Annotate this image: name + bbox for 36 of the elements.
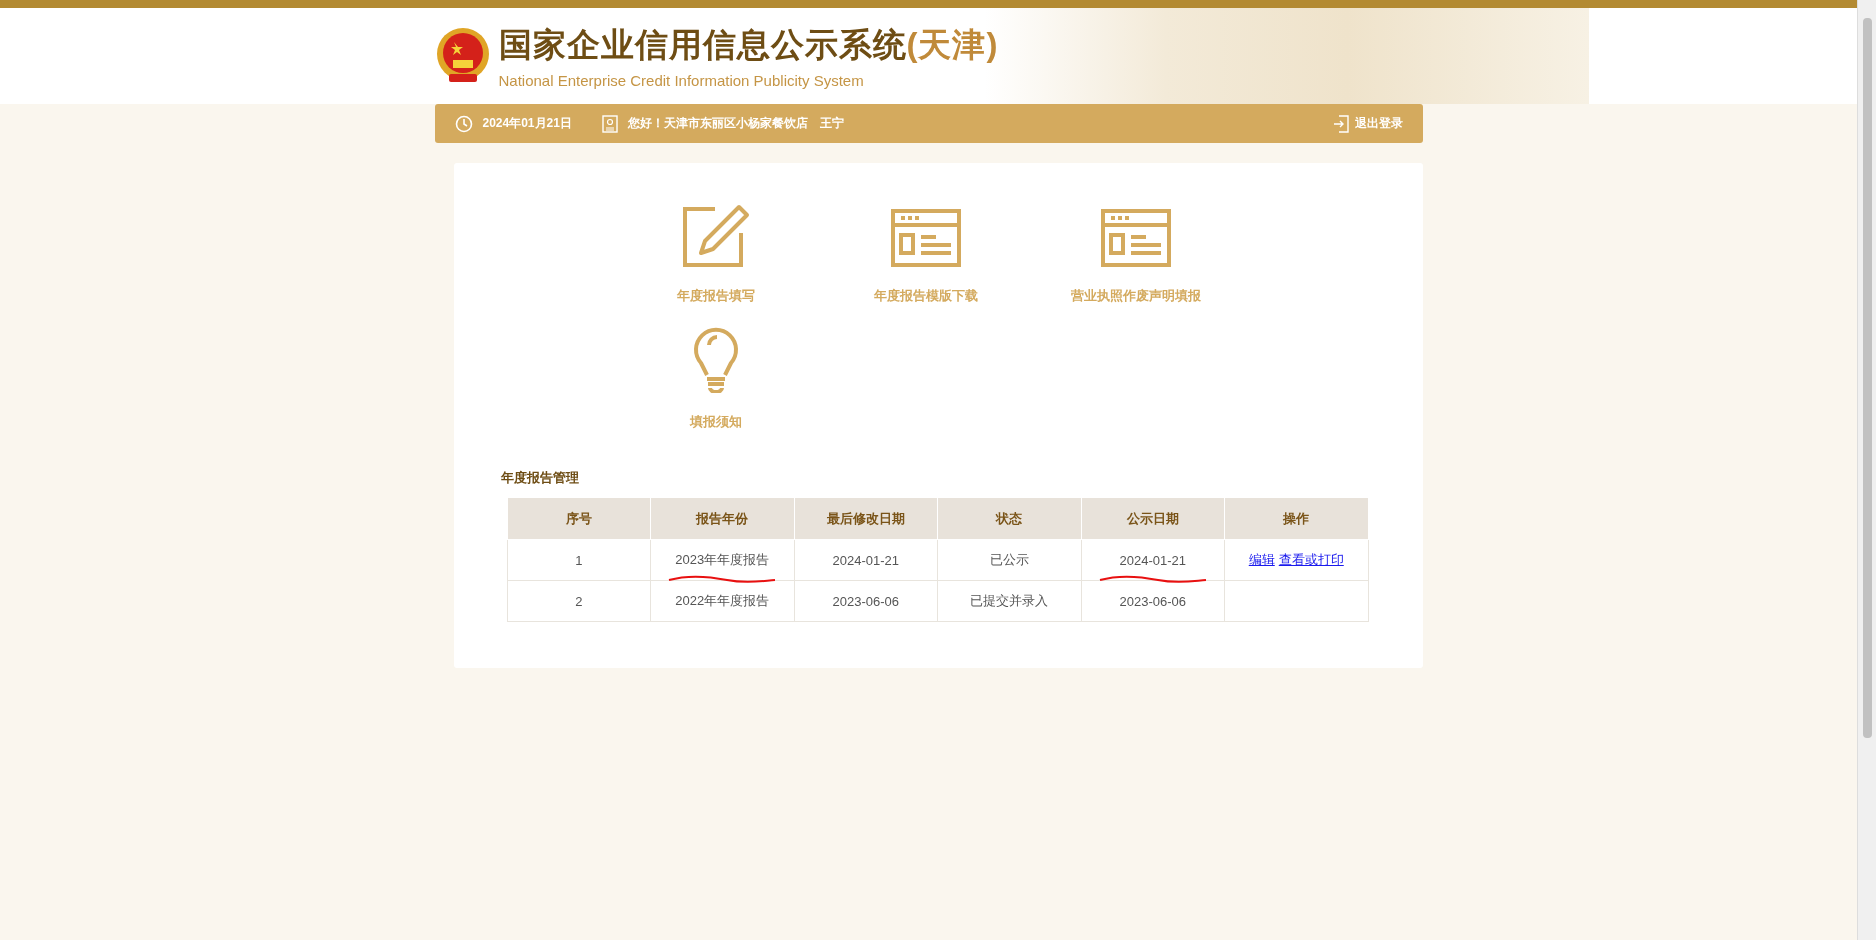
- scrollbar-thumb[interactable]: [1862, 18, 1872, 738]
- column-header: 序号: [507, 497, 651, 540]
- table-cell: 2023-06-06: [1081, 580, 1225, 622]
- table-cell: 已公示: [937, 539, 1081, 581]
- column-header: 报告年份: [650, 497, 794, 540]
- action-link[interactable]: 查看或打印: [1278, 552, 1344, 567]
- action-link[interactable]: 编辑: [1248, 552, 1275, 567]
- logout-icon: [1332, 114, 1349, 133]
- pencil-square-icon: [680, 203, 751, 267]
- scrollbar[interactable]: [1857, 0, 1876, 940]
- web-page-icon: [1100, 209, 1171, 267]
- logout-link[interactable]: 退出登录: [1332, 114, 1403, 133]
- section-title: 年度报告管理: [500, 469, 580, 487]
- id-card-icon: [601, 114, 618, 133]
- table-cell: 2023-06-06: [794, 580, 938, 622]
- menu-tile[interactable]: 年度报告填写: [610, 203, 821, 305]
- table-cell: 2024-01-21: [1081, 539, 1225, 581]
- menu-tile[interactable]: 填报须知: [610, 323, 821, 431]
- table-cell: 2024-01-21: [794, 539, 938, 581]
- table-cell: 2: [507, 580, 651, 622]
- column-header: 状态: [937, 497, 1081, 540]
- clock-icon: [454, 114, 473, 133]
- site-subtitle: National Enterprise Credit Information Publicity System: [498, 72, 865, 89]
- table-cell: 1: [507, 539, 651, 581]
- greeting-text: 您好！天津市东丽区小杨家餐饮店 王宁: [627, 115, 844, 132]
- menu-tile[interactable]: 营业执照作废声明填报: [1030, 203, 1241, 305]
- menu-tile[interactable]: 年度报告模版下载: [820, 203, 1031, 305]
- web-page-icon: [890, 209, 961, 267]
- table-cell: 已提交并录入: [937, 580, 1081, 622]
- table-cell: 2022年年度报告: [650, 580, 794, 622]
- date-text: 2024年01月21日: [482, 115, 572, 132]
- column-header: 公示日期: [1081, 497, 1225, 540]
- site-title: 国家企业信用信息公示系统(天津): [498, 25, 999, 65]
- column-header: 最后修改日期: [794, 497, 938, 540]
- table-cell: 2023年年度报告: [650, 539, 794, 581]
- column-header: 操作: [1224, 497, 1368, 540]
